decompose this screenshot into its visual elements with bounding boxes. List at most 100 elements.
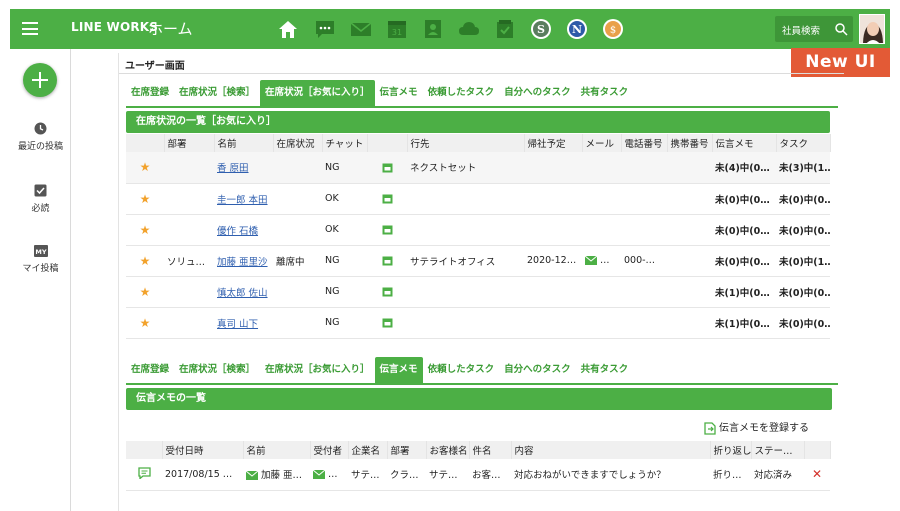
tab-attendance-favorites[interactable]: 在席状況［お気に入り］ [260, 80, 375, 106]
tab-memo[interactable]: 伝言メモ [374, 357, 423, 383]
col-memo[interactable]: 伝言メモ [712, 134, 777, 152]
favorite-cell[interactable]: ★ [126, 152, 164, 184]
star-icon[interactable]: ★ [140, 254, 151, 268]
sidebar-item-recent-posts[interactable]: 最近の投稿 [10, 122, 71, 152]
task-cell[interactable]: 未(0)中(0… [776, 183, 830, 215]
mail-icon[interactable] [585, 256, 597, 265]
user-avatar[interactable] [859, 14, 885, 44]
favorite-cell[interactable]: ★ [126, 245, 164, 277]
table-row[interactable]: ★ 真司 山下 NG 未(1)中(0… 未(0)中(0… [126, 307, 830, 339]
col-mobile[interactable]: 携帯番号 [667, 134, 713, 152]
tab-shared-tasks[interactable]: 共有タスク [576, 357, 634, 383]
favorite-cell[interactable]: ★ [126, 276, 164, 308]
favorite-cell[interactable]: ★ [126, 307, 164, 339]
task-cell[interactable]: 未(0)中(1… [776, 245, 830, 277]
search-icon[interactable] [834, 22, 848, 36]
calendar-icon[interactable] [382, 255, 393, 266]
col-dept[interactable]: 部署 [387, 441, 427, 459]
tab-my-tasks[interactable]: 自分へのタスク [499, 80, 576, 106]
memo-icon[interactable] [137, 467, 151, 480]
col-content[interactable]: 内容 [511, 441, 711, 459]
table-row[interactable]: 2017/08/15 … 加藤 亜… … サテ… クラ… サテ… お客… 対応お… [126, 459, 830, 491]
col-return[interactable]: 帰社予定 [524, 134, 583, 152]
contacts-icon[interactable] [422, 18, 444, 40]
name-link[interactable]: 加藤 亜里沙 [217, 257, 268, 268]
app-n-icon[interactable]: N [566, 18, 588, 40]
memo-cell[interactable]: 未(0)中(0… [712, 245, 776, 277]
memo-cell[interactable]: 未(0)中(0… [712, 183, 776, 215]
calendar-icon[interactable] [382, 162, 393, 173]
favorite-cell[interactable]: ★ [126, 214, 164, 246]
col-dept[interactable]: 部署 [164, 134, 215, 152]
name-link[interactable]: 香 原田 [217, 163, 249, 174]
col-subject[interactable]: 件名 [469, 441, 512, 459]
col-name[interactable]: 名前 [214, 134, 274, 152]
app-s2-icon[interactable]: $ [602, 18, 624, 40]
star-icon[interactable]: ★ [140, 285, 151, 299]
col-company[interactable]: 企業名 [348, 441, 388, 459]
table-row[interactable]: ★ 香 原田 NG ネクストセット 未(4)中(0… 未(3)中(1… [126, 152, 830, 184]
name-link[interactable]: 優作 石橋 [217, 226, 258, 237]
col-phone[interactable]: 電話番号 [621, 134, 668, 152]
hamburger-menu-icon[interactable] [22, 22, 38, 35]
tab-shared-tasks[interactable]: 共有タスク [576, 80, 634, 106]
register-memo-button[interactable]: 伝言メモを登録する [704, 419, 809, 435]
table-row[interactable]: ★ 優作 石橋 OK 未(0)中(0… 未(0)中(0… [126, 214, 830, 246]
task-icon[interactable] [494, 18, 516, 40]
star-icon[interactable]: ★ [140, 192, 151, 206]
star-icon[interactable]: ★ [140, 223, 151, 237]
tab-attendance-search[interactable]: 在席状況［検索］ [174, 357, 260, 383]
sidebar-item-my-posts[interactable]: MY マイ投稿 [10, 245, 71, 274]
tab-memo[interactable]: 伝言メモ [375, 80, 423, 106]
calendar-icon[interactable] [382, 224, 393, 235]
memo-cell[interactable]: 未(1)中(0… [712, 307, 776, 339]
table-row[interactable]: ★ 圭一郎 本田 OK 未(0)中(0… 未(0)中(0… [126, 183, 830, 215]
tab-requested-tasks[interactable]: 依頼したタスク [423, 357, 500, 383]
col-received-date[interactable]: 受付日時 [162, 441, 244, 459]
col-customer[interactable]: お客様名 [426, 441, 470, 459]
name-link[interactable]: 真司 山下 [217, 319, 258, 330]
chat-icon[interactable] [314, 18, 336, 40]
star-icon[interactable]: ★ [140, 316, 151, 330]
table-row[interactable]: ★ 慎太郎 佐山 NG 未(1)中(0… 未(0)中(0… [126, 276, 830, 308]
tab-attendance-register[interactable]: 在席登録 [126, 357, 174, 383]
drive-icon[interactable] [458, 18, 480, 40]
name-link[interactable]: 慎太郎 佐山 [217, 288, 268, 299]
mail-icon[interactable] [350, 18, 372, 40]
col-receiver[interactable]: 受付者 [310, 441, 349, 459]
sidebar-item-must-read[interactable]: 必読 [10, 184, 71, 214]
name-link[interactable]: 圭一郎 本田 [217, 195, 268, 206]
tab-attendance-register[interactable]: 在席登録 [126, 80, 174, 106]
task-cell[interactable]: 未(0)中(0… [776, 307, 830, 339]
memo-cell[interactable]: 未(4)中(0… [712, 152, 776, 184]
calendar-icon[interactable]: 31 [386, 18, 408, 40]
calendar-icon[interactable] [382, 317, 393, 328]
tab-attendance-favorites[interactable]: 在席状況［お気に入り］ [260, 357, 375, 383]
home-icon[interactable] [277, 18, 299, 40]
tab-my-tasks[interactable]: 自分へのタスク [499, 357, 576, 383]
tab-attendance-search[interactable]: 在席状況［検索］ [174, 80, 260, 106]
employee-search[interactable]: 社員検索 [775, 16, 853, 42]
calendar-icon[interactable] [382, 193, 393, 204]
col-name[interactable]: 名前 [243, 441, 311, 459]
calendar-icon[interactable] [382, 286, 393, 297]
task-cell[interactable]: 未(0)中(0… [776, 214, 830, 246]
col-destination[interactable]: 行先 [407, 134, 525, 152]
col-status[interactable]: ステー… [751, 441, 805, 459]
mail-icon[interactable] [313, 469, 325, 479]
col-status[interactable]: 在席状況 [273, 134, 323, 152]
col-task[interactable]: タスク [776, 134, 831, 152]
brand-logo[interactable]: LINE WORKS [71, 20, 158, 34]
memo-cell[interactable]: 未(1)中(0… [712, 276, 776, 308]
delete-x-icon[interactable]: ✕ [812, 467, 822, 481]
app-s-icon[interactable]: S [530, 18, 552, 40]
tab-requested-tasks[interactable]: 依頼したタスク [423, 80, 500, 106]
compose-plus-button[interactable] [23, 63, 57, 97]
star-icon[interactable]: ★ [140, 160, 151, 174]
table-row[interactable]: ★ ソリュ… 加藤 亜里沙 離席中 NG サテライトオフィス 2020-12… … [126, 245, 830, 277]
mail-icon[interactable] [246, 471, 258, 481]
col-callback[interactable]: 折り返し [710, 441, 752, 459]
task-cell[interactable]: 未(3)中(1… [776, 152, 830, 184]
col-mail[interactable]: メール [582, 134, 622, 152]
memo-cell[interactable]: 未(0)中(0… [712, 214, 776, 246]
